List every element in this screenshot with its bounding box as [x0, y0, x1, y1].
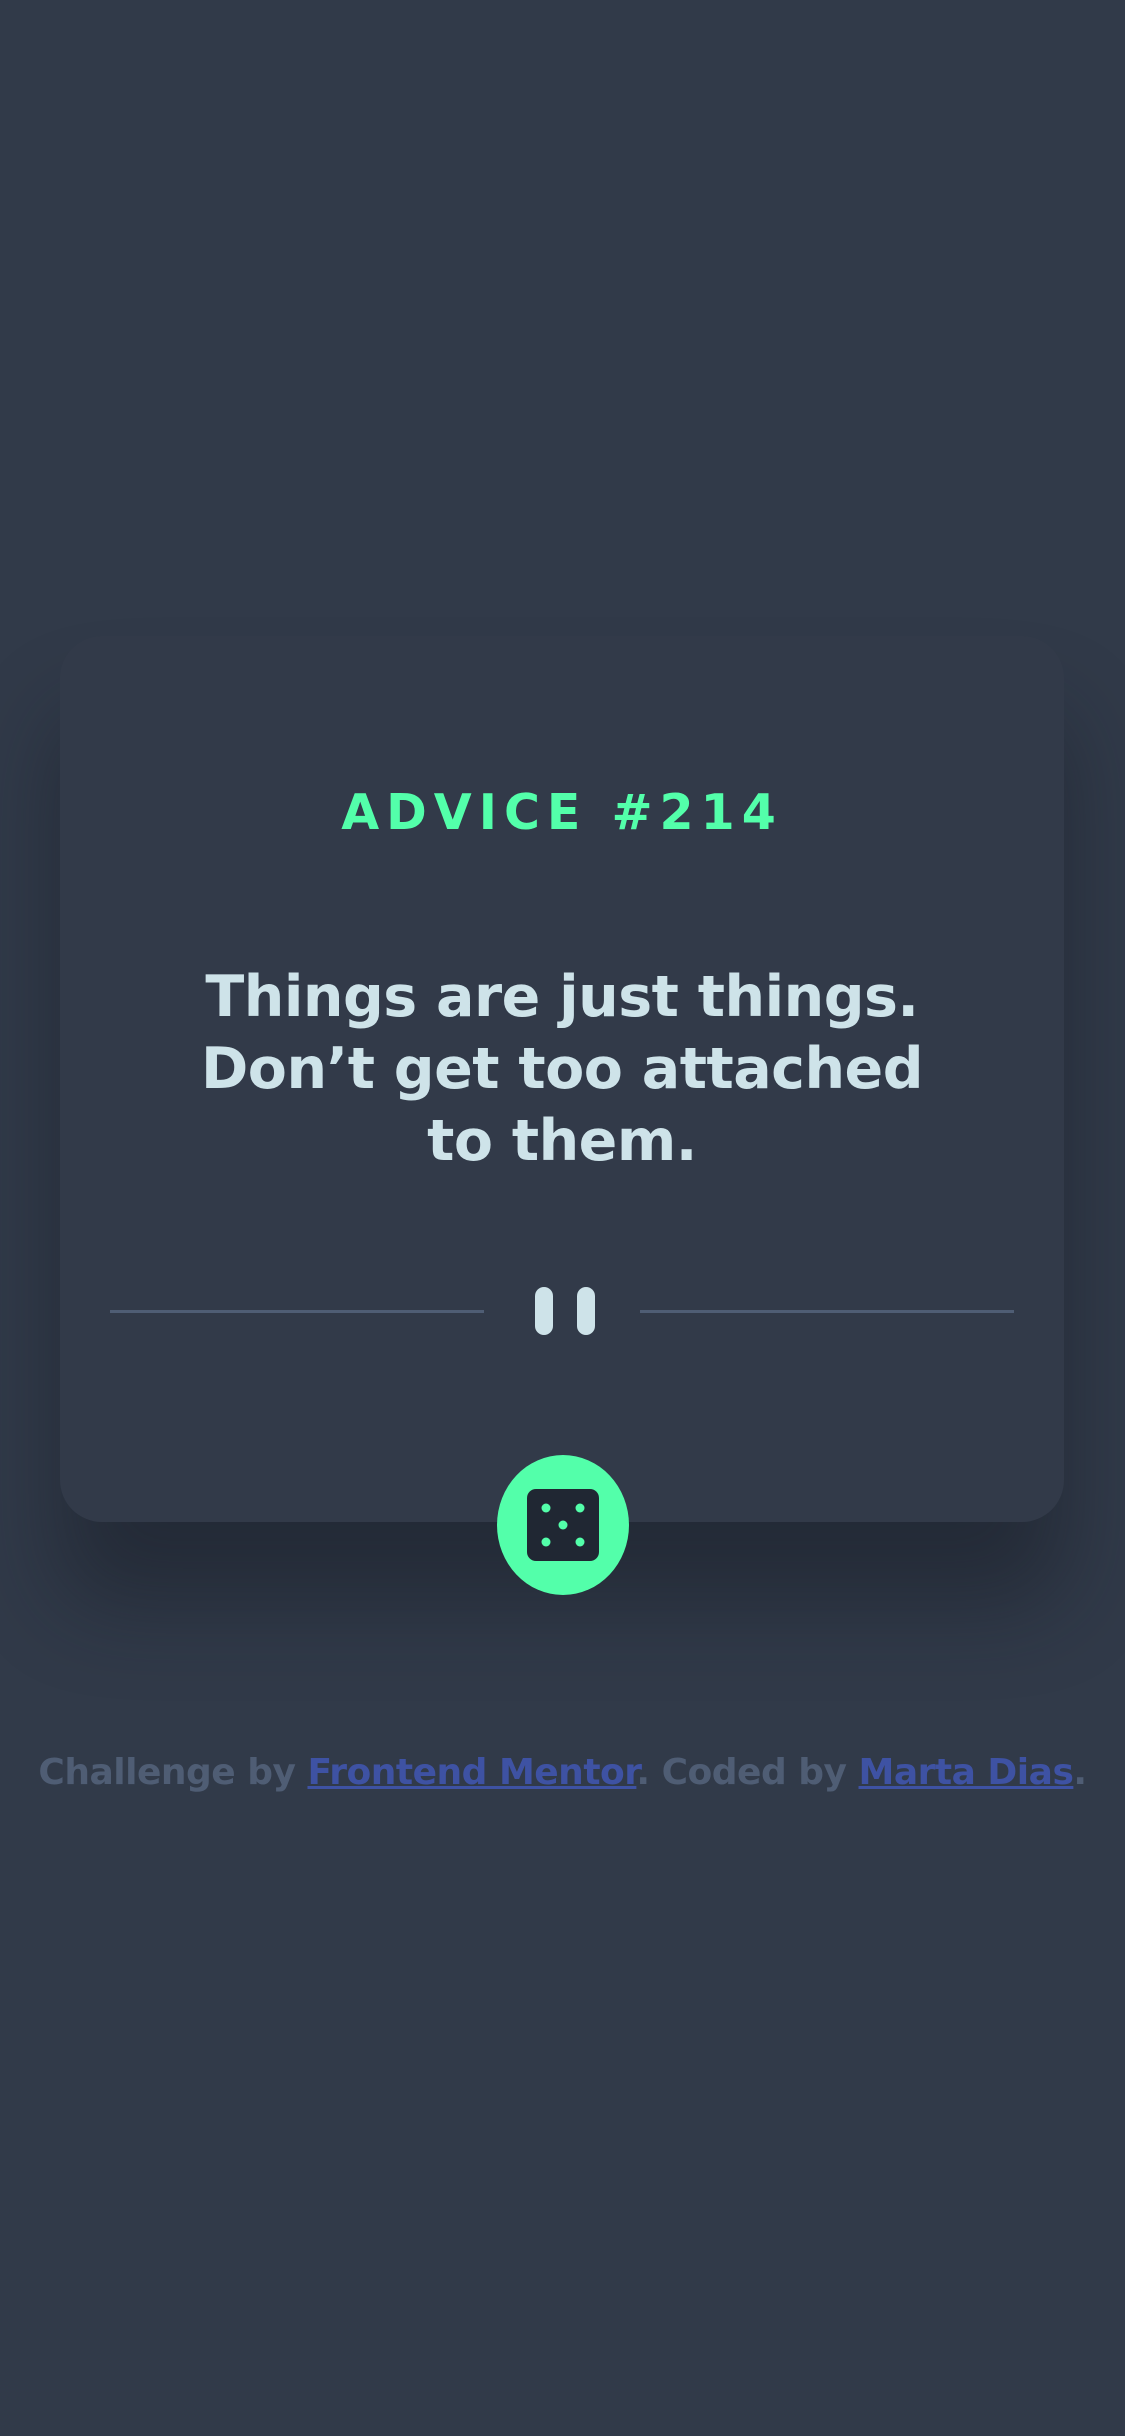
footer-prefix: Challenge by [38, 1752, 308, 1793]
divider-line-right [640, 1310, 1014, 1313]
footer-suffix: . [1073, 1752, 1087, 1793]
dice-button[interactable] [497, 1455, 629, 1595]
advice-card: ADVICE #214 Things are just things. Don’… [60, 636, 1064, 1522]
pause-icon [535, 1287, 595, 1335]
pause-bar-left [535, 1287, 553, 1335]
frontend-mentor-link[interactable]: Frontend Mentor [307, 1752, 636, 1793]
advice-number: ADVICE #214 [341, 784, 783, 841]
pause-bar-right [577, 1287, 595, 1335]
divider-line-left [110, 1310, 484, 1313]
attribution-footer: Challenge by Frontend Mentor. Coded by M… [0, 1752, 1125, 1793]
footer-middle: . Coded by [636, 1752, 859, 1793]
advice-quote: Things are just things. Don’t get too at… [200, 964, 924, 1174]
divider [110, 1286, 1014, 1336]
author-link[interactable]: Marta Dias [859, 1752, 1074, 1793]
dice-icon [527, 1489, 599, 1561]
